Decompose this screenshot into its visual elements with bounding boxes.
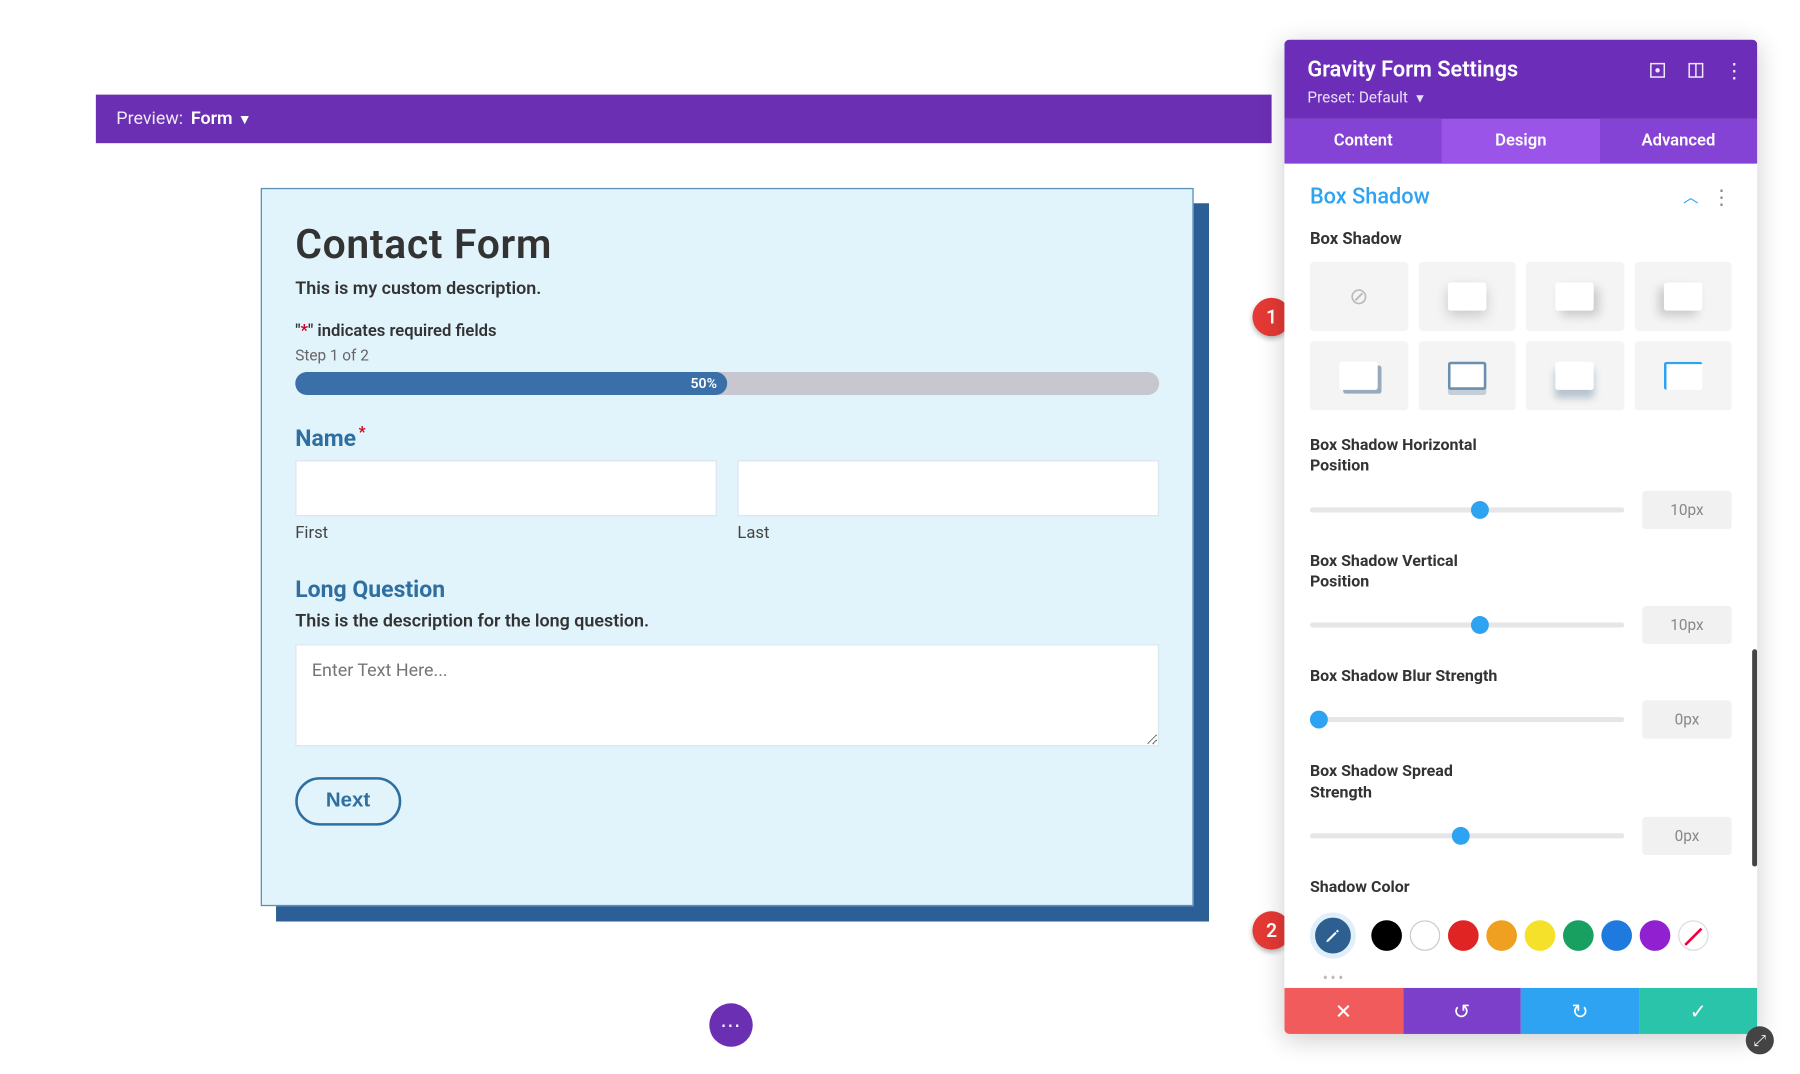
undo-button[interactable]: ↺ [1403,988,1521,1034]
swatch-none[interactable] [1678,920,1709,951]
section-title[interactable]: Box Shadow [1310,184,1430,210]
kebab-icon[interactable]: ⋮ [1724,60,1744,80]
collapse-icon[interactable]: ︿ [1683,185,1698,209]
shadow-presets: ⊘ [1310,262,1732,410]
last-sublabel: Last [737,524,1159,543]
preview-bar: Preview: Form ▼ [96,95,1272,144]
swatch-green[interactable] [1563,920,1594,951]
panel-body: Box Shadow ︿ ⋮ Box Shadow ⊘ Box Shadow H… [1284,164,1757,988]
swatch-blue[interactable] [1601,920,1632,951]
preset-8[interactable] [1634,341,1732,410]
preset-7[interactable] [1526,341,1624,410]
more-fab[interactable]: ⋯ [709,1003,752,1046]
swatch-yellow[interactable] [1525,920,1556,951]
preset-4[interactable] [1634,262,1732,331]
shadow-horizontal-control: Box Shadow Horizontal Position 10px [1310,436,1732,529]
swatch-red[interactable] [1448,920,1479,951]
expand-icon[interactable] [1647,60,1667,80]
preview-label: Preview: [116,109,183,129]
progress-fill: 50% [295,372,727,395]
scrollbar[interactable] [1752,649,1757,866]
panel-footer: ✕ ↺ ↻ ✓ [1284,988,1757,1034]
shadow-b-label: Box Shadow Blur Strength [1310,667,1514,688]
long-question-label: Long Question [295,576,1159,603]
shadow-blur-control: Box Shadow Blur Strength 0px [1310,667,1732,739]
preset-3[interactable] [1526,262,1624,331]
next-button[interactable]: Next [295,777,401,826]
shadow-s-label: Box Shadow Spread Strength [1310,762,1514,804]
shadow-h-value[interactable]: 10px [1642,490,1731,528]
shadow-s-value[interactable]: 0px [1642,816,1731,854]
panel-tabs: Content Design Advanced [1284,119,1757,164]
last-name-input[interactable] [737,460,1159,516]
progress-percent: 50% [691,375,717,392]
shadow-s-slider[interactable] [1310,833,1624,838]
preview-mode[interactable]: Form [191,109,233,129]
settings-panel: Gravity Form Settings Preset: Default ▼ … [1284,40,1757,1034]
layout-icon[interactable] [1686,60,1706,80]
preset-5[interactable] [1310,341,1408,410]
redo-button[interactable]: ↻ [1521,988,1639,1034]
shadow-spread-control: Box Shadow Spread Strength 0px [1310,762,1732,855]
confirm-button[interactable]: ✓ [1639,988,1757,1034]
swatch-purple[interactable] [1640,920,1671,951]
shadow-v-label: Box Shadow Vertical Position [1310,552,1514,594]
swatch-orange[interactable] [1486,920,1517,951]
long-question-description: This is the description for the long que… [295,611,1159,631]
long-question-textarea[interactable] [295,644,1159,746]
color-picker-button[interactable] [1310,912,1356,958]
tab-design[interactable]: Design [1442,119,1600,164]
more-dots[interactable]: ••• [1310,968,1732,986]
shadow-h-label: Box Shadow Horizontal Position [1310,436,1514,478]
shadow-h-slider[interactable] [1310,507,1624,512]
first-sublabel: First [295,524,717,543]
panel-header: Gravity Form Settings Preset: Default ▼ … [1284,40,1757,119]
panel-preset[interactable]: Preset: Default ▼ [1307,88,1734,106]
preset-6[interactable] [1418,341,1516,410]
name-label: Name* [295,423,1159,452]
form-description: This is my custom description. [295,279,1159,299]
swatch-white[interactable] [1410,920,1441,951]
preset-none[interactable]: ⊘ [1310,262,1408,331]
swatch-black[interactable] [1371,920,1402,951]
tab-content[interactable]: Content [1284,119,1442,164]
box-shadow-heading: Box Shadow [1310,230,1732,249]
progress-bar: 50% [295,372,1159,395]
step-indicator: Step 1 of 2 [295,346,1159,364]
contact-form: Contact Form This is my custom descripti… [261,188,1194,906]
required-note: "*" indicates required fields [295,322,1159,341]
first-name-input[interactable] [295,460,717,516]
section-kebab-icon[interactable]: ⋮ [1711,185,1731,209]
preset-2[interactable] [1418,262,1516,331]
color-swatches [1310,912,1732,958]
tab-advanced[interactable]: Advanced [1600,119,1758,164]
shadow-color-label: Shadow Color [1310,878,1732,897]
shadow-v-slider[interactable] [1310,622,1624,627]
shadow-b-slider[interactable] [1310,717,1624,722]
resize-handle[interactable]: ⤢ [1746,1026,1774,1054]
shadow-v-value[interactable]: 10px [1642,606,1731,644]
cancel-button[interactable]: ✕ [1284,988,1402,1034]
shadow-b-value[interactable]: 0px [1642,701,1731,739]
chevron-down-icon[interactable]: ▼ [238,111,252,128]
shadow-vertical-control: Box Shadow Vertical Position 10px [1310,552,1732,645]
form-title: Contact Form [295,220,1159,269]
